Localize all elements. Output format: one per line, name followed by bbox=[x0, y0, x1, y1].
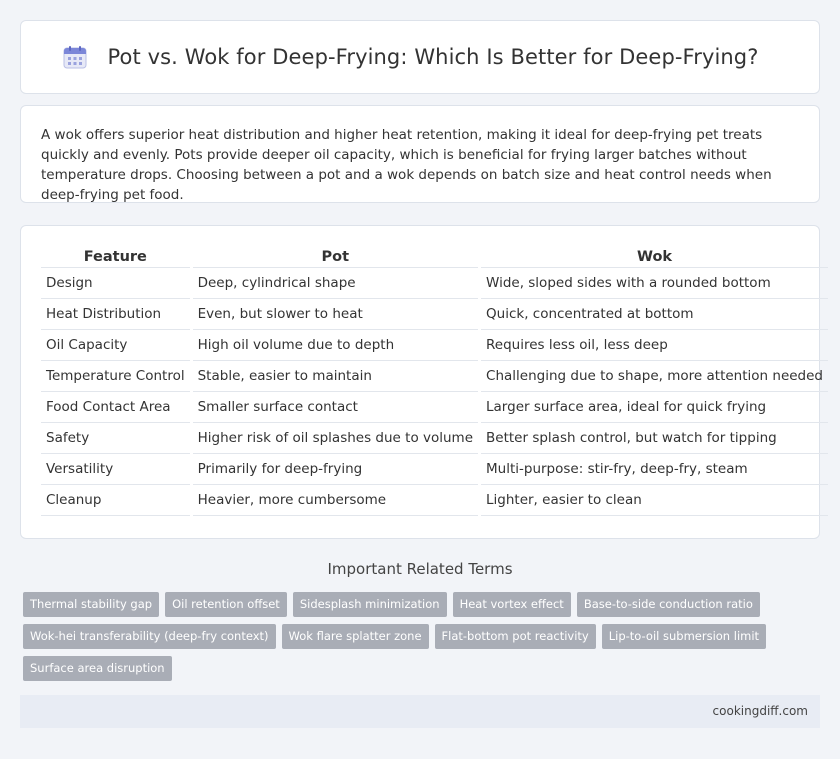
feature-cell: Oil Capacity bbox=[41, 330, 190, 361]
related-terms-tags: Thermal stability gap Oil retention offs… bbox=[23, 592, 823, 688]
header-pot: Pot bbox=[192, 248, 479, 268]
table-row: Temperature Control Stable, easier to ma… bbox=[41, 361, 829, 392]
related-term-tag[interactable]: Lip-to-oil submersion limit bbox=[601, 624, 767, 649]
related-term-tag[interactable]: Wok-hei transferability (deep-fry contex… bbox=[23, 624, 276, 649]
table-row: Design Deep, cylindrical shape Wide, slo… bbox=[41, 268, 829, 299]
wok-cell: Challenging due to shape, more attention… bbox=[481, 361, 829, 392]
related-terms-title: Important Related Terms bbox=[327, 560, 513, 578]
related-term-tag[interactable]: Base-to-side conduction ratio bbox=[576, 592, 760, 617]
pot-cell: Stable, easier to maintain bbox=[192, 361, 479, 392]
table-row: Heat Distribution Even, but slower to he… bbox=[41, 299, 829, 330]
summary-card: A wok offers superior heat distribution … bbox=[20, 105, 820, 203]
wok-cell: Requires less oil, less deep bbox=[481, 330, 829, 361]
table-row: Versatility Primarily for deep-frying Mu… bbox=[41, 454, 829, 485]
pot-cell: High oil volume due to depth bbox=[192, 330, 479, 361]
table-row: Safety Higher risk of oil splashes due t… bbox=[41, 423, 829, 454]
header-wok: Wok bbox=[481, 248, 829, 268]
related-term-tag[interactable]: Sidesplash minimization bbox=[292, 592, 447, 617]
wok-cell: Multi-purpose: stir-fry, deep-fry, steam bbox=[481, 454, 829, 485]
table-row: Cleanup Heavier, more cumbersome Lighter… bbox=[41, 485, 829, 516]
summary-text: A wok offers superior heat distribution … bbox=[41, 127, 772, 203]
page-title: Pot vs. Wok for Deep-Frying: Which Is Be… bbox=[107, 45, 759, 69]
wok-cell: Quick, concentrated at bottom bbox=[481, 299, 829, 330]
footer-site-link[interactable]: cookingdiff.com bbox=[713, 704, 808, 718]
pot-cell: Deep, cylindrical shape bbox=[192, 268, 479, 299]
title-card: Pot vs. Wok for Deep-Frying: Which Is Be… bbox=[20, 20, 820, 94]
pot-cell: Heavier, more cumbersome bbox=[192, 485, 479, 516]
feature-cell: Versatility bbox=[41, 454, 190, 485]
table-card: Feature Pot Wok Design Deep, cylindrical… bbox=[20, 225, 829, 539]
related-term-tag[interactable]: Thermal stability gap bbox=[23, 592, 160, 617]
wok-cell: Lighter, easier to clean bbox=[481, 485, 829, 516]
related-term-tag[interactable]: Surface area disruption bbox=[23, 656, 172, 681]
related-term-tag[interactable]: Wok flare splatter zone bbox=[281, 624, 429, 649]
wok-cell: Wide, sloped sides with a rounded bottom bbox=[481, 268, 829, 299]
related-term-tag[interactable]: Oil retention offset bbox=[165, 592, 287, 617]
pot-cell: Higher risk of oil splashes due to volum… bbox=[192, 423, 479, 454]
feature-cell: Design bbox=[41, 268, 190, 299]
pot-cell: Primarily for deep-frying bbox=[192, 454, 479, 485]
feature-cell: Heat Distribution bbox=[41, 299, 190, 330]
pot-cell: Smaller surface contact bbox=[192, 392, 479, 423]
feature-cell: Temperature Control bbox=[41, 361, 190, 392]
pot-cell: Even, but slower to heat bbox=[192, 299, 479, 330]
wok-cell: Better splash control, but watch for tip… bbox=[481, 423, 829, 454]
footer: cookingdiff.com bbox=[20, 695, 820, 728]
calendar-icon bbox=[63, 46, 86, 69]
header-feature: Feature bbox=[41, 248, 190, 268]
wok-cell: Larger surface area, ideal for quick fry… bbox=[481, 392, 829, 423]
feature-cell: Food Contact Area bbox=[41, 392, 190, 423]
related-term-tag[interactable]: Heat vortex effect bbox=[452, 592, 571, 617]
table-row: Food Contact Area Smaller surface contac… bbox=[41, 392, 829, 423]
feature-cell: Safety bbox=[41, 423, 190, 454]
table-header-row: Feature Pot Wok bbox=[41, 248, 829, 268]
feature-cell: Cleanup bbox=[41, 485, 190, 516]
title-wrap: Pot vs. Wok for Deep-Frying: Which Is Be… bbox=[63, 44, 759, 70]
related-term-tag[interactable]: Flat-bottom pot reactivity bbox=[434, 624, 596, 649]
table-row: Oil Capacity High oil volume due to dept… bbox=[41, 330, 829, 361]
comparison-table: Feature Pot Wok Design Deep, cylindrical… bbox=[38, 248, 831, 516]
